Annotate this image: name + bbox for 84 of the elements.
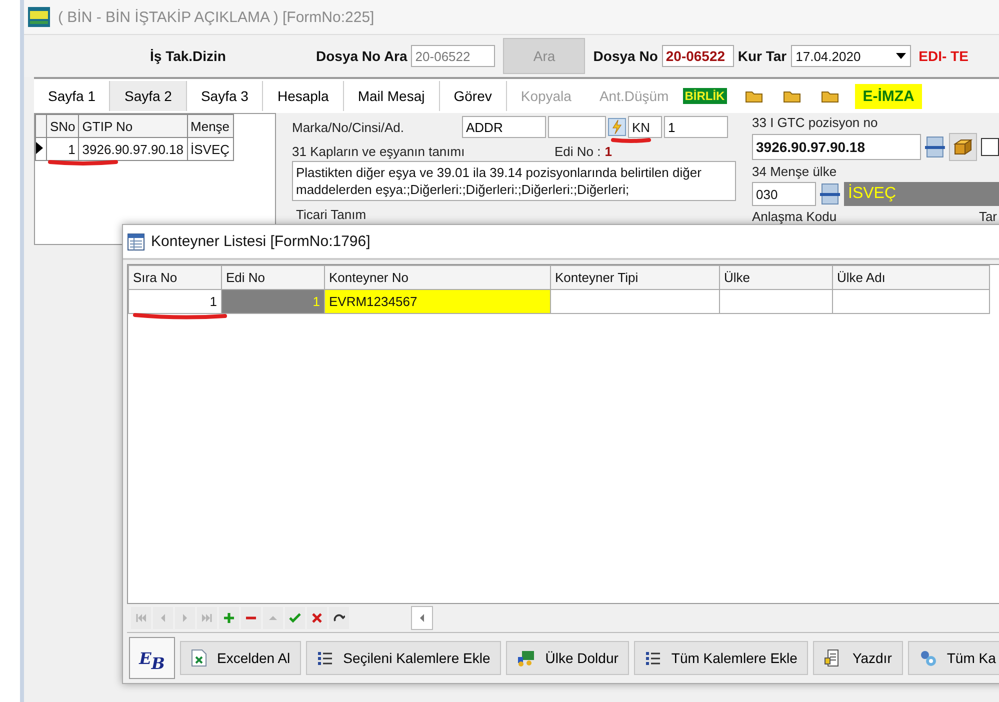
triangle-left-icon: [418, 613, 426, 623]
action-button[interactable]: Ülke Doldur: [506, 641, 630, 675]
column-header: Ülke Adı: [832, 266, 990, 290]
date-dropdown[interactable]: 17.04.2020: [790, 45, 911, 67]
field-label: Anlaşma Kodu: [752, 209, 837, 224]
field-label: Marka/No/Cinsi/Ad.: [292, 120, 405, 134]
section-label: İş Tak.Dizin: [150, 48, 227, 64]
lightning-icon[interactable]: [608, 118, 626, 136]
box-button[interactable]: [949, 133, 978, 161]
search-field[interactable]: 20-06522: [411, 45, 496, 67]
action-button[interactable]: Seçileni Kalemlere Ekle: [306, 641, 502, 675]
table-cell: İSVEÇ: [187, 138, 234, 160]
kn-field[interactable]: KN: [628, 116, 662, 138]
lookup-icon[interactable]: [820, 183, 840, 205]
field-label: Tar: [978, 209, 997, 224]
tab[interactable]: Hesapla: [263, 81, 344, 111]
column-header: Edi No: [222, 266, 324, 290]
action-button[interactable]: Tüm Kalemlere Ekle: [634, 641, 808, 675]
description-box[interactable]: Plastikten diğer eşya ve 39.01 ila 39.14 pozisyonlarında belirtilen diğer maddelerden eşya:;Diğerleri:;Diğerleri:;Diğerleri:;Diğerleri;: [292, 161, 736, 201]
navigator-button[interactable]: [307, 607, 327, 629]
scroll-left-button[interactable]: [411, 606, 433, 630]
box-icon: [953, 138, 974, 156]
input-field[interactable]: [548, 116, 606, 138]
table-cell[interactable]: EVRM1234567: [324, 290, 550, 314]
field-label: 31 Kapların ve eşyanın tanımı: [292, 144, 465, 159]
table-icon: [127, 232, 145, 250]
action-button[interactable]: Yazdır: [813, 641, 903, 675]
folder-icon[interactable]: [744, 89, 763, 103]
column-header: GTIP No: [78, 114, 188, 138]
tab[interactable]: Sayfa 2: [110, 81, 187, 111]
window-title: ( BİN - BİN İŞTAKİP AÇIKLAMA ) [FormNo:225]: [58, 8, 374, 26]
app-icon: [28, 7, 50, 27]
birlik-badge[interactable]: BİRLİK: [682, 88, 727, 104]
file-no-field[interactable]: 20-06522: [662, 45, 734, 67]
navigator-button[interactable]: [241, 607, 261, 629]
column-header: Ülke: [720, 266, 832, 290]
folder-icon[interactable]: [820, 89, 839, 103]
tab[interactable]: Sayfa 3: [186, 81, 264, 111]
tab[interactable]: Görev: [440, 81, 507, 111]
origin-name-field: İSVEÇ: [844, 182, 999, 206]
underline-mark: [610, 136, 652, 144]
action-button[interactable]: Excelden Al: [180, 641, 302, 675]
logo-button[interactable]: EB: [129, 637, 175, 679]
input-field[interactable]: ADDR: [462, 116, 546, 138]
field-label: 33 I GTC pozisyon no: [752, 115, 879, 130]
skip-forward-icon: [201, 612, 213, 624]
origin-code-field[interactable]: 030: [752, 182, 816, 206]
input-field[interactable]: 1: [664, 116, 728, 138]
refresh-icon: [333, 612, 345, 624]
edi-no-label: Edi No :: [554, 144, 601, 159]
underline-mark: [47, 158, 119, 166]
check-icon: [289, 612, 301, 624]
column-header: SNo: [46, 114, 79, 138]
tab[interactable]: Mail Mesaj: [344, 81, 440, 111]
search-label: Dosya No Ara: [316, 48, 408, 64]
column-header: Menşe: [187, 114, 234, 138]
rate-date-label: Kur Tar: [738, 48, 787, 64]
file-no-label: Dosya No: [593, 48, 658, 64]
table-cell: 3926.90.97.90.18: [78, 138, 188, 160]
table-cell: 1: [128, 290, 222, 314]
lookup-icon[interactable]: [925, 136, 946, 158]
folder-icon[interactable]: [782, 89, 801, 103]
edi-label: EDI- TE: [918, 48, 968, 64]
checkbox[interactable]: [981, 138, 999, 156]
table-cell: 1: [46, 138, 79, 160]
dialog-title: Konteyner Listesi [FormNo:1796]: [151, 233, 370, 250]
e-signature-button[interactable]: E-İMZA: [854, 84, 922, 108]
cross-icon: [311, 612, 323, 624]
column-header: Sıra No: [128, 266, 222, 290]
field-label: 34 Menşe ülke: [752, 164, 838, 179]
list-icon: [645, 650, 662, 666]
dropdown-caret-icon: [896, 53, 906, 59]
navigator-button[interactable]: [329, 607, 349, 629]
field-label: Ticari Tanım: [296, 207, 368, 222]
skip-back-icon: [135, 612, 147, 624]
list-icon: [317, 650, 334, 666]
plus-icon: [223, 612, 235, 624]
edi-no-value: 1: [604, 144, 612, 159]
table-cell: 1: [222, 290, 324, 314]
column-header: Konteyner Tipi: [550, 266, 720, 290]
spreadsheet-icon: [191, 649, 207, 667]
column-header: Konteyner No: [324, 266, 550, 290]
gtc-field[interactable]: 3926.90.97.90.18: [752, 134, 922, 160]
action-button[interactable]: Tüm Ka: [908, 641, 999, 675]
